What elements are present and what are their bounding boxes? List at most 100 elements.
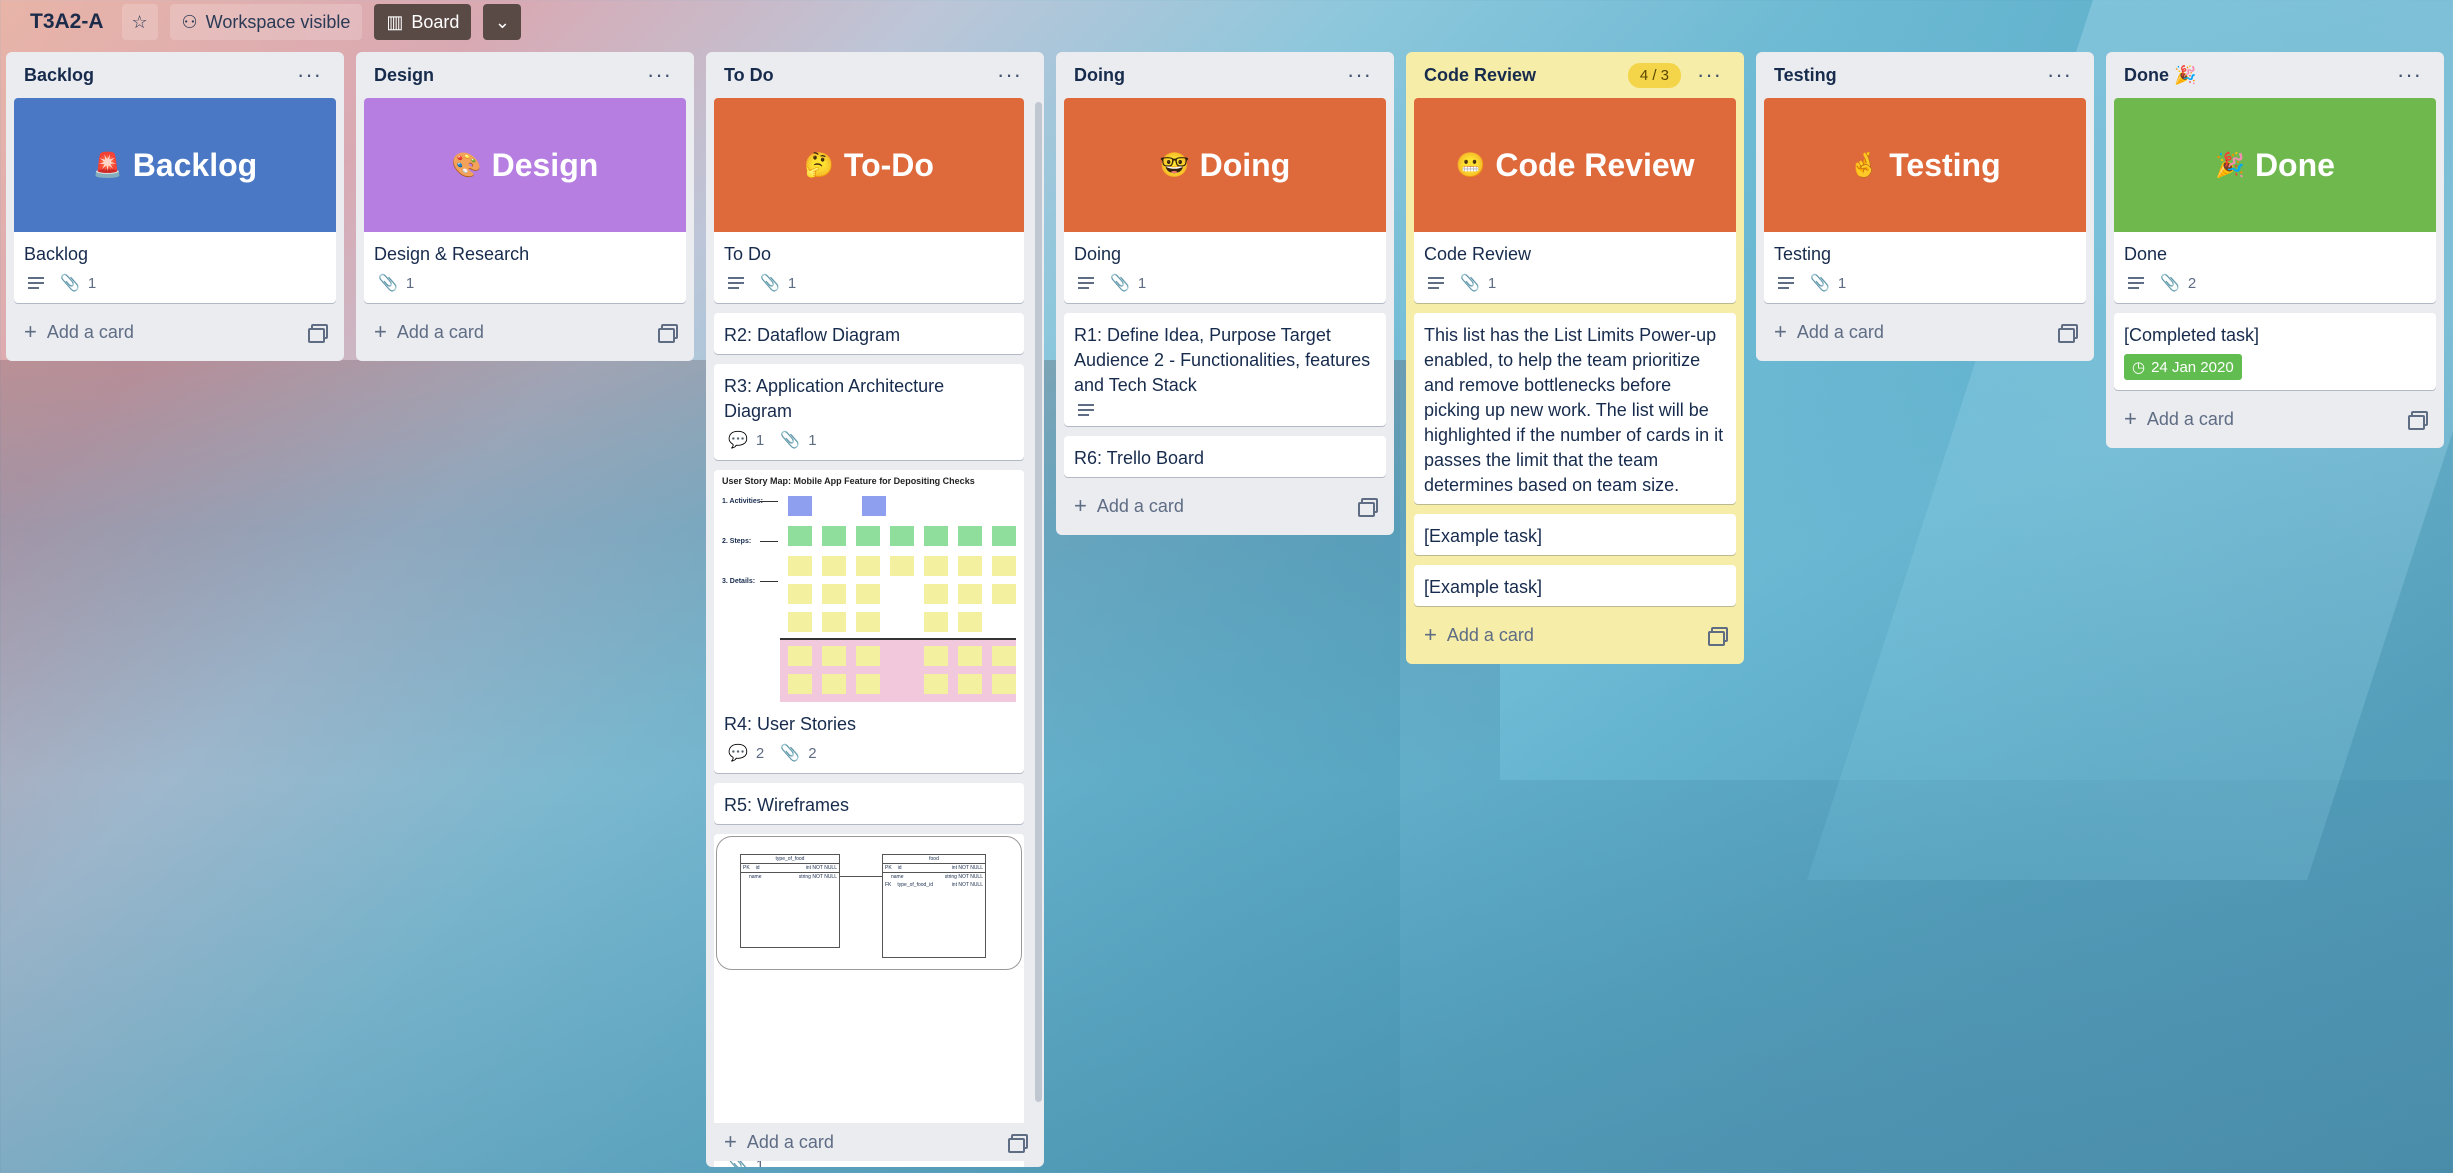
list-scrollbar[interactable] bbox=[1035, 102, 1042, 1102]
card-title: [Example task] bbox=[1424, 577, 1543, 597]
list-title[interactable]: Testing bbox=[1774, 65, 1837, 86]
template-icon[interactable] bbox=[308, 324, 328, 343]
list-card[interactable]: R2: Dataflow Diagram bbox=[714, 313, 1024, 354]
card-title: R1: Define Idea, Purpose Target Audience… bbox=[1074, 325, 1371, 395]
add-card-row[interactable]: + Add a card bbox=[1064, 487, 1386, 525]
list-card[interactable]: [Completed task] ◷ 24 Jan 2020 bbox=[2114, 313, 2436, 390]
description-icon bbox=[28, 277, 44, 289]
erd-field: id bbox=[897, 865, 902, 871]
list-card[interactable]: 🎉 Done Done 📎 2 bbox=[2114, 98, 2436, 303]
attachment-icon: 📎 bbox=[1810, 275, 1830, 292]
list-card[interactable]: R1: Define Idea, Purpose Target Audience… bbox=[1064, 313, 1386, 426]
board-view-button[interactable]: ▥ Board bbox=[374, 4, 472, 40]
erd-image: type_of_food PK id int NOT NULL name str… bbox=[714, 834, 1024, 1114]
list-menu-icon[interactable]: ··· bbox=[1691, 62, 1728, 88]
list-menu-icon[interactable]: ··· bbox=[641, 62, 678, 88]
template-icon[interactable] bbox=[1708, 627, 1728, 646]
plus-icon: + bbox=[1074, 493, 1087, 518]
list-card[interactable]: User Story Map: Mobile App Feature for D… bbox=[714, 470, 1024, 773]
list-card[interactable]: R5: Wireframes bbox=[714, 783, 1024, 824]
template-icon[interactable] bbox=[2408, 411, 2428, 430]
list-limit-badge: 4 / 3 bbox=[1627, 62, 1682, 88]
plus-icon: + bbox=[374, 319, 387, 344]
list-card[interactable]: [Example task] bbox=[1414, 514, 1736, 555]
card-title: Doing bbox=[1074, 244, 1122, 264]
list-card[interactable]: 🤓 Doing Doing 📎 1 bbox=[1064, 98, 1386, 303]
add-card-label: Add a card bbox=[2146, 408, 2234, 429]
cover-emoji: 🎉 bbox=[2215, 151, 2245, 179]
card-title: R2: Dataflow Diagram bbox=[724, 325, 901, 345]
attachment-icon: 📎 bbox=[378, 275, 398, 292]
erd-type: string NOT NULL bbox=[944, 874, 983, 880]
comment-icon: 💬 bbox=[728, 745, 748, 762]
add-card-row[interactable]: + Add a card bbox=[1414, 616, 1736, 654]
people-icon: ⚇ bbox=[181, 11, 198, 32]
erd-key: PK bbox=[885, 865, 892, 871]
attachment-icon: 📎 bbox=[780, 745, 801, 762]
card-cover: 🚨 Backlog bbox=[14, 98, 336, 232]
template-icon[interactable] bbox=[658, 324, 678, 343]
image-label: 3. Details: bbox=[722, 578, 756, 585]
visibility-button[interactable]: ⚇ Workspace visible bbox=[169, 4, 363, 40]
template-icon[interactable] bbox=[1358, 498, 1378, 517]
list-done: Done 🎉 ··· 🎉 Done Done 📎 2 [Completed tas… bbox=[2106, 52, 2444, 448]
erd-field: name bbox=[891, 874, 904, 880]
add-card-row[interactable]: + Add a card bbox=[364, 313, 686, 351]
card-title: R6: Trello Board bbox=[1074, 448, 1205, 468]
list-title[interactable]: Design bbox=[374, 65, 434, 86]
attachment-count: 2 bbox=[2187, 274, 2197, 292]
erd-type: int NOT NULL bbox=[951, 865, 983, 871]
list-code-review: Code Review 4 / 3 ··· 😬 Code Review Code… bbox=[1406, 52, 1744, 664]
add-card-label: Add a card bbox=[396, 321, 484, 342]
list-menu-icon[interactable]: ··· bbox=[2041, 62, 2078, 88]
list-menu-icon[interactable]: ··· bbox=[1341, 62, 1378, 88]
list-card[interactable]: This list has the List Limits Power-up e… bbox=[1414, 313, 1736, 504]
erd-type: int NOT NULL bbox=[951, 882, 983, 888]
list-title[interactable]: Doing bbox=[1074, 65, 1125, 86]
attachment-count: 1 bbox=[787, 274, 797, 292]
list-card[interactable]: R3: Application Architecture Diagram 💬 1 … bbox=[714, 364, 1024, 460]
list-card[interactable]: 🎨 Design Design & Research 📎 1 bbox=[364, 98, 686, 303]
add-card-row[interactable]: + Add a card bbox=[714, 1123, 1036, 1161]
add-card-row[interactable]: + Add a card bbox=[1764, 313, 2086, 351]
board-title[interactable]: T3A2-A bbox=[24, 6, 110, 38]
list-title[interactable]: Backlog bbox=[24, 65, 94, 86]
star-icon: ☆ bbox=[131, 11, 148, 32]
template-icon[interactable] bbox=[2058, 324, 2078, 343]
view-switcher-button[interactable]: ⌄ bbox=[483, 4, 522, 40]
cover-emoji: 🤞 bbox=[1849, 151, 1880, 179]
list-title[interactable]: Code Review bbox=[1424, 65, 1536, 86]
list-title[interactable]: Done 🎉 bbox=[2124, 65, 2196, 86]
list-card[interactable]: 🤞 Testing Testing 📎 1 bbox=[1764, 98, 2086, 303]
cover-emoji: 😬 bbox=[1455, 151, 1486, 179]
card-title: Done bbox=[2124, 244, 2168, 264]
list-title[interactable]: To Do bbox=[724, 65, 774, 86]
list-menu-icon[interactable]: ··· bbox=[991, 62, 1028, 88]
attachment-icon: 📎 bbox=[1110, 275, 1130, 292]
cover-emoji: 🚨 bbox=[92, 151, 123, 179]
erd-field: id bbox=[755, 865, 760, 871]
list-menu-icon[interactable]: ··· bbox=[2391, 62, 2428, 88]
list-card[interactable]: 🤔 To-Do To Do 📎 1 bbox=[714, 98, 1024, 303]
due-date-badge[interactable]: ◷ 24 Jan 2020 bbox=[2124, 354, 2242, 380]
list-card[interactable]: 😬 Code Review Code Review 📎 1 bbox=[1414, 98, 1736, 303]
add-card-label: Add a card bbox=[1096, 495, 1184, 516]
card-cover: 🎉 Done bbox=[2114, 98, 2436, 232]
add-card-row[interactable]: + Add a card bbox=[2114, 400, 2436, 438]
list-card[interactable]: 🚨 Backlog Backlog 📎 1 bbox=[14, 98, 336, 303]
image-title: User Story Map: Mobile App Feature for D… bbox=[722, 476, 975, 486]
plus-icon: + bbox=[1774, 319, 1787, 344]
star-button[interactable]: ☆ bbox=[121, 4, 158, 40]
attachment-icon: 📎 bbox=[2160, 275, 2180, 292]
template-icon[interactable] bbox=[1008, 1134, 1028, 1153]
attachment-icon: 📎 bbox=[60, 275, 80, 292]
description-icon bbox=[728, 277, 744, 289]
list-card[interactable]: [Example task] bbox=[1414, 565, 1736, 606]
list-card[interactable]: type_of_food PK id int NOT NULL name str… bbox=[714, 834, 1024, 1167]
board-icon: ▥ bbox=[386, 11, 404, 32]
list-card[interactable]: R6: Trello Board bbox=[1064, 436, 1386, 477]
cover-emoji: 🤓 bbox=[1159, 151, 1190, 179]
cover-label: Done bbox=[2254, 146, 2335, 183]
list-menu-icon[interactable]: ··· bbox=[291, 62, 328, 88]
add-card-row[interactable]: + Add a card bbox=[14, 313, 336, 351]
